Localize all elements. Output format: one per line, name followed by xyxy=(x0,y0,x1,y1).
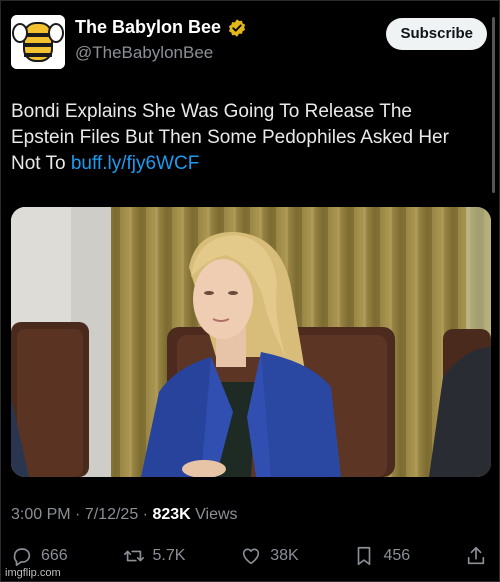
babylon-bee-logo-icon xyxy=(11,15,65,69)
bookmark-icon xyxy=(358,546,371,566)
repost-icon xyxy=(123,550,144,562)
bookmark-count: 456 xyxy=(383,547,411,564)
reply-icon xyxy=(13,548,31,566)
scrollbar[interactable] xyxy=(492,17,495,193)
share-icon xyxy=(467,546,485,565)
display-name[interactable]: The Babylon Bee xyxy=(75,17,221,38)
name-line: The Babylon Bee xyxy=(75,17,247,38)
reply-count: 666 xyxy=(41,547,68,564)
tweet-date[interactable]: 7/12/25 xyxy=(85,506,138,523)
like-count: 38K xyxy=(270,547,299,564)
views-label: Views xyxy=(195,506,238,523)
share-button[interactable] xyxy=(465,545,487,567)
tweet-meta: 3:00 PM · 7/12/25 · 823K Views xyxy=(11,506,238,524)
repost-button[interactable]: 5.7K xyxy=(123,545,186,567)
verified-badge-icon xyxy=(228,18,246,37)
press-conference-photo xyxy=(11,207,491,477)
tweet-header: The Babylon Bee @TheBabylonBee Subscribe xyxy=(11,13,487,69)
views-count: 823K xyxy=(152,506,191,523)
reply-button[interactable]: 666 xyxy=(11,545,68,567)
subscribe-button[interactable]: Subscribe xyxy=(386,18,487,50)
tweet-time[interactable]: 3:00 PM xyxy=(11,506,71,523)
watermark: imgflip.com xyxy=(5,567,61,579)
tweet-text: Bondi Explains She Was Going To Release … xyxy=(11,99,479,177)
meta-separator: · xyxy=(75,506,81,523)
bookmark-button[interactable]: 456 xyxy=(353,545,410,567)
tweet-screenshot: The Babylon Bee @TheBabylonBee Subscribe… xyxy=(0,0,500,582)
handle[interactable]: @TheBabylonBee xyxy=(75,43,213,63)
heart-icon xyxy=(243,548,260,565)
avatar[interactable] xyxy=(11,15,65,69)
like-button[interactable]: 38K xyxy=(240,545,299,567)
meta-separator: · xyxy=(142,506,148,523)
tweet-media-image[interactable] xyxy=(11,207,491,477)
repost-count: 5.7K xyxy=(152,547,186,564)
tweet-link[interactable]: buff.ly/fjy6WCF xyxy=(71,153,199,174)
tweet-actions: 666 5.7K 38K 456 xyxy=(11,541,487,571)
